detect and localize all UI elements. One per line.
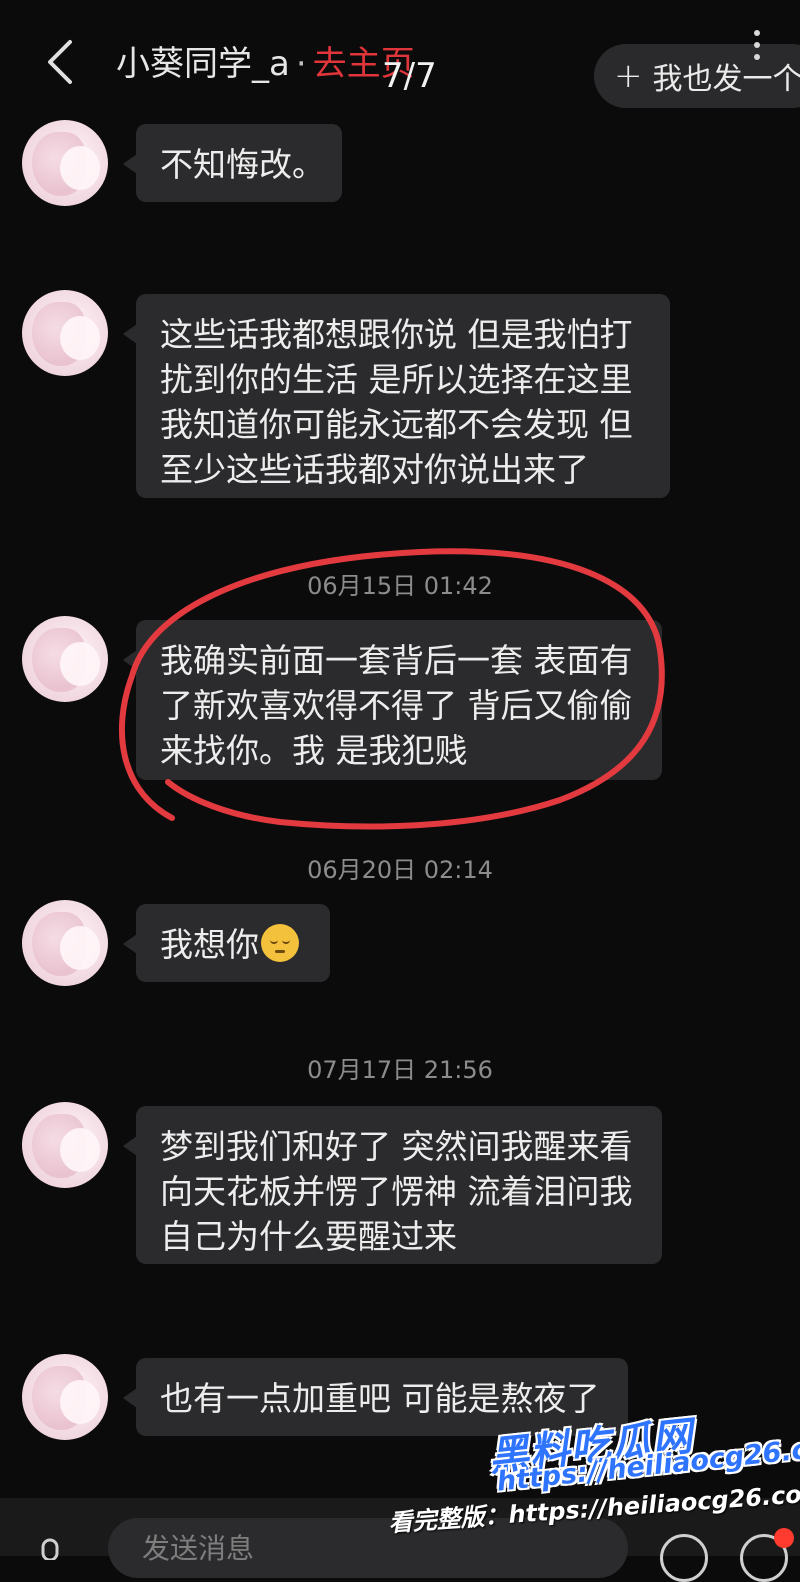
post-too-button[interactable]: + 我也发一个 [594,44,800,108]
message-bubble: 我想你 [136,904,330,982]
notification-dot [774,1528,794,1548]
message-line: 至少这些话我都对你说出来了 [160,447,646,492]
message-bubble: 不知悔改。 [136,124,342,202]
chat-header: 小葵同学_a·去主页 7/7 + 我也发一个 [0,0,800,110]
timestamp: 06月20日 02:14 [0,850,800,885]
timestamp: 07月17日 21:56 [0,1050,800,1085]
microphone-icon[interactable] [30,1538,70,1560]
avatar[interactable] [22,1354,108,1440]
avatar[interactable] [22,1102,108,1188]
message-line: 向天花板并愣了愣神 流着泪问我 [160,1169,638,1214]
message-line: 我想你 [160,925,259,964]
username: 小葵同学_a [116,44,290,84]
message-line: 了新欢喜欢得不得了 背后又偷偷 [160,683,638,728]
timestamp: 06月15日 01:42 [0,566,800,601]
pensive-face-emoji [261,924,299,962]
message-line: 我确实前面一套背后一套 表面有 [160,638,638,683]
avatar[interactable] [22,616,108,702]
title-separator: · [296,44,307,84]
page-counter: 7/7 [382,56,437,96]
message-line: 扰到你的生活 是所以选择在这里 [160,357,646,402]
message-bubble: 我确实前面一套背后一套 表面有 了新欢喜欢得不得了 背后又偷偷 来找你。我 是我… [136,620,662,780]
message-line: 自己为什么要醒过来 [160,1214,638,1259]
message-line: 我知道你可能永远都不会发现 但 [160,402,646,447]
avatar[interactable] [22,120,108,206]
smiley-icon[interactable] [660,1534,708,1582]
message-line: 也有一点加重吧 可能是熬夜了 [160,1376,604,1421]
kebab-menu-icon[interactable] [750,30,764,66]
message-bubble: 这些话我都想跟你说 但是我怕打 扰到你的生活 是所以选择在这里 我知道你可能永远… [136,294,670,498]
avatar[interactable] [22,900,108,986]
chevron-left-icon[interactable] [40,34,84,90]
plus-icon: + [614,56,643,96]
message-line: 这些话我都想跟你说 但是我怕打 [160,312,646,357]
chat-title: 小葵同学_a·去主页 [116,36,415,85]
avatar[interactable] [22,290,108,376]
message-line: 来找你。我 是我犯贱 [160,728,638,773]
message-bubble: 梦到我们和好了 突然间我醒来看 向天花板并愣了愣神 流着泪问我 自己为什么要醒过… [136,1106,662,1264]
message-line: 梦到我们和好了 突然间我醒来看 [160,1124,638,1169]
message-line: 不知悔改。 [160,142,318,187]
post-too-label: 我也发一个 [653,54,800,98]
